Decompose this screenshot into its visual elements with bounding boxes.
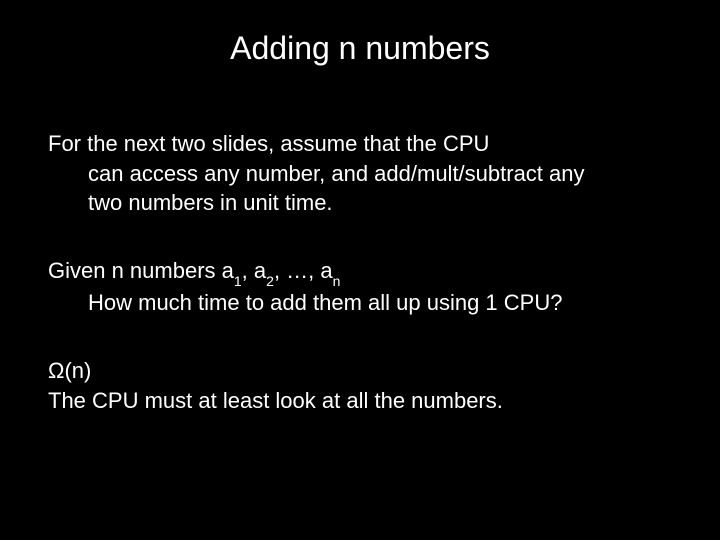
text-line: Given n numbers a1, a2, …, an <box>48 256 672 288</box>
text-fragment: Given n numbers a <box>48 258 234 283</box>
text-line: For the next two slides, assume that the… <box>48 129 672 159</box>
subscript: 1 <box>234 273 242 289</box>
slide: Adding n numbers For the next two slides… <box>0 0 720 540</box>
text-line: two numbers in unit time. <box>48 188 672 218</box>
text-line: Ω(n) <box>48 356 672 386</box>
text-line: can access any number, and add/mult/subt… <box>48 159 672 189</box>
subscript: 2 <box>266 273 274 289</box>
paragraph-assumption: For the next two slides, assume that the… <box>48 129 672 218</box>
text-fragment: , a <box>242 258 266 283</box>
text-line: How much time to add them all up using 1… <box>48 288 672 318</box>
subscript: n <box>333 273 341 289</box>
slide-title: Adding n numbers <box>48 30 672 67</box>
paragraph-answer: Ω(n) The CPU must at least look at all t… <box>48 356 672 415</box>
paragraph-question: Given n numbers a1, a2, …, an How much t… <box>48 256 672 318</box>
text-fragment: , …, a <box>274 258 333 283</box>
text-line: The CPU must at least look at all the nu… <box>48 386 672 416</box>
